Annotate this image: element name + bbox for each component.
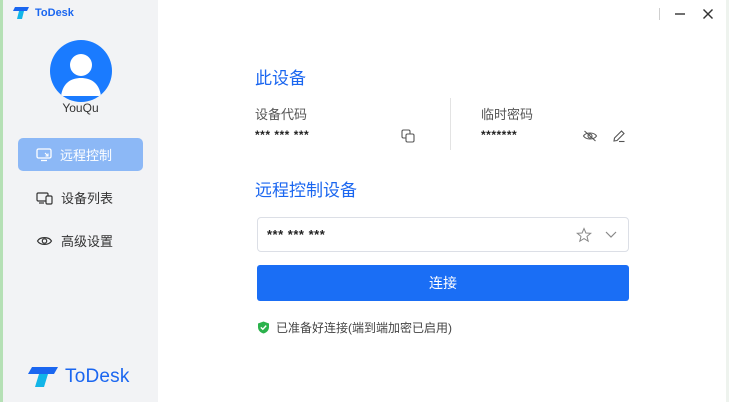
connection-status: 已准备好连接(端到端加密已启用)	[257, 319, 452, 336]
status-text: 已准备好连接(端到端加密已启用)	[276, 321, 452, 335]
sidebar-item-label: 高级设置	[61, 234, 114, 249]
history-dropdown-button[interactable]	[604, 227, 618, 246]
connect-button[interactable]: 连接	[257, 265, 629, 301]
app-title-bar: ToDesk	[12, 5, 74, 21]
avatar[interactable]	[50, 40, 112, 102]
shield-check-icon	[258, 321, 269, 334]
settings-eye-icon	[36, 236, 53, 245]
window-controls-divider	[659, 8, 660, 20]
username: YouQu	[62, 101, 99, 115]
device-code-label: 设备代码	[255, 107, 308, 122]
eye-hidden-icon	[582, 130, 598, 142]
sidebar-item-remote-control[interactable]: 远程控制	[18, 138, 143, 171]
brand-name: ToDesk	[65, 366, 130, 387]
sidebar-item-label: 远程控制	[60, 148, 113, 163]
sidebar-item-device-list[interactable]: 设备列表	[18, 181, 143, 214]
edit-password-button[interactable]	[611, 128, 627, 144]
copy-icon	[401, 129, 415, 143]
device-code-value: *** *** ***	[255, 128, 310, 142]
chevron-down-icon	[605, 231, 617, 238]
minimize-icon	[675, 13, 685, 15]
minimize-button[interactable]	[672, 6, 688, 22]
close-icon	[703, 9, 713, 19]
field-divider	[450, 98, 451, 150]
window-controls	[659, 6, 716, 22]
pencil-icon	[613, 130, 625, 143]
app-title: ToDesk	[35, 7, 74, 19]
close-button[interactable]	[700, 6, 716, 22]
sidebar-item-label: 设备列表	[61, 191, 114, 206]
temp-password-value: *******	[481, 128, 518, 142]
user-icon	[61, 54, 101, 96]
sidebar-item-advanced-settings[interactable]: 高级设置	[18, 224, 143, 257]
favorite-button[interactable]	[576, 227, 592, 248]
remote-device-code-field[interactable]	[257, 217, 629, 252]
todesk-logo-icon	[28, 367, 58, 387]
remote-control-icon	[36, 147, 52, 161]
remote-device-code-input[interactable]	[267, 227, 557, 242]
temp-password-label: 临时密码	[481, 107, 534, 122]
star-icon	[576, 227, 592, 243]
device-list-icon	[36, 191, 53, 205]
todesk-logo-icon	[13, 7, 29, 19]
brand-footer: ToDesk	[27, 366, 130, 388]
main-panel: 此设备 设备代码 *** *** *** 临时密码 ******* 远程控制设备…	[255, 0, 635, 402]
sidebar: ToDesk YouQu 远程控制 设备列表 高级设置 ToDesk	[3, 0, 158, 402]
remote-control-title: 远程控制设备	[255, 181, 357, 200]
copy-code-button[interactable]	[400, 128, 416, 144]
toggle-password-visibility-button[interactable]	[582, 128, 598, 144]
this-device-title: 此设备	[255, 69, 306, 88]
todesk-window: ToDesk YouQu 远程控制 设备列表 高级设置 ToDesk 此设备 设…	[3, 0, 726, 402]
